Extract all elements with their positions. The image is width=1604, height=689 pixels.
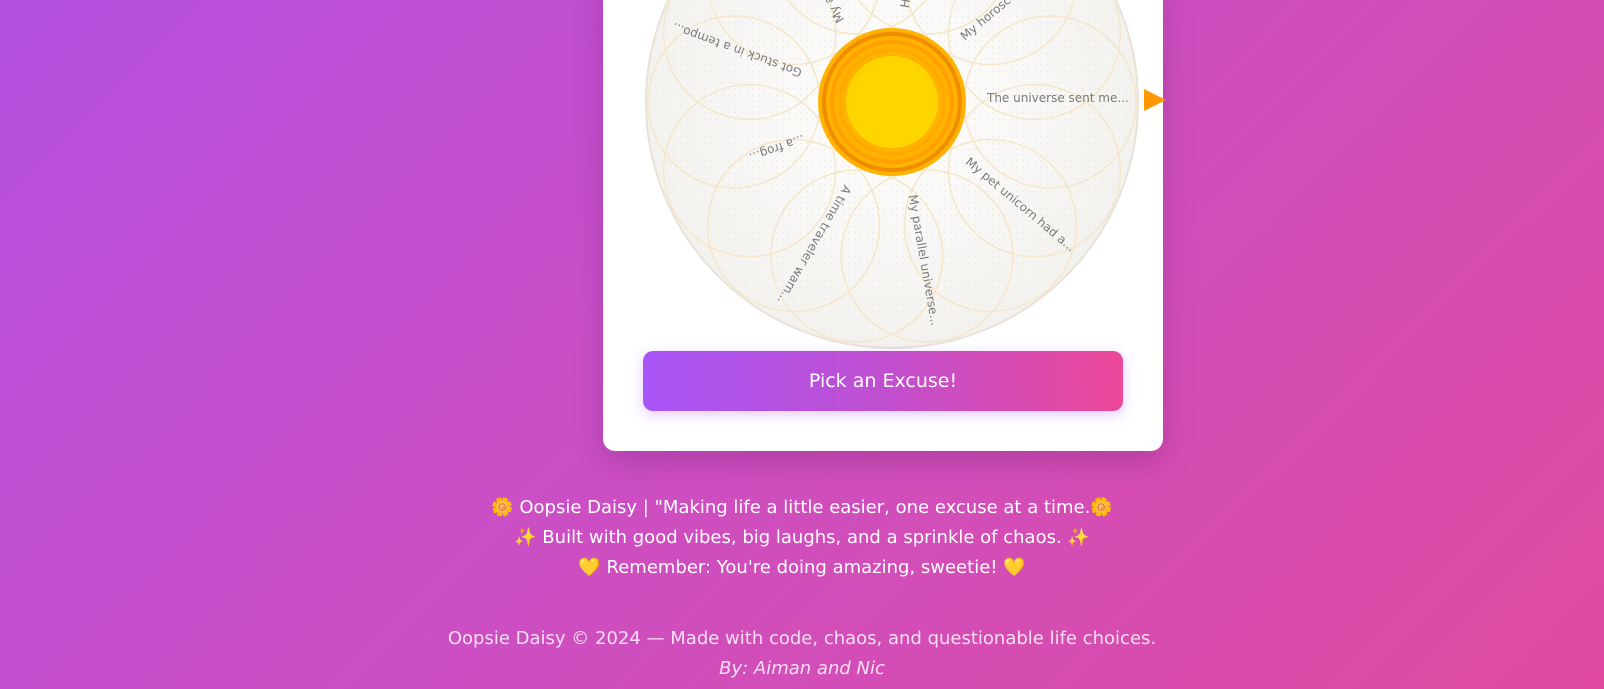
footer-line-1: 🌼 Oopsie Daisy | "Making life a little e… (491, 497, 1113, 518)
pick-excuse-button[interactable]: Pick an Excuse! (643, 351, 1123, 411)
footer-line-3: 💛 Remember: You're doing amazing, sweeti… (578, 557, 1026, 578)
footer-line-2: ✨ Built with good vibes, big laughs, and… (514, 527, 1090, 548)
copyright: Oopsie Daisy © 2024 — Made with code, ch… (0, 624, 1604, 684)
author-credit: By: Aiman and Nic (719, 658, 885, 679)
excuse-wheel[interactable]: Got stuck in a tempo...My aura needed em… (642, 0, 1142, 352)
triangle-pointer-icon (1142, 87, 1168, 113)
wheel-excuse-label: The universe sent me... (986, 91, 1129, 105)
sun-flower-center-icon (818, 28, 966, 176)
copyright-text: Oopsie Daisy © 2024 — Made with code, ch… (447, 628, 1157, 649)
footer-tagline: 🌼 Oopsie Daisy | "Making life a little e… (0, 493, 1604, 583)
daisy-wheel-svg: Got stuck in a tempo...My aura needed em… (645, 0, 1139, 349)
